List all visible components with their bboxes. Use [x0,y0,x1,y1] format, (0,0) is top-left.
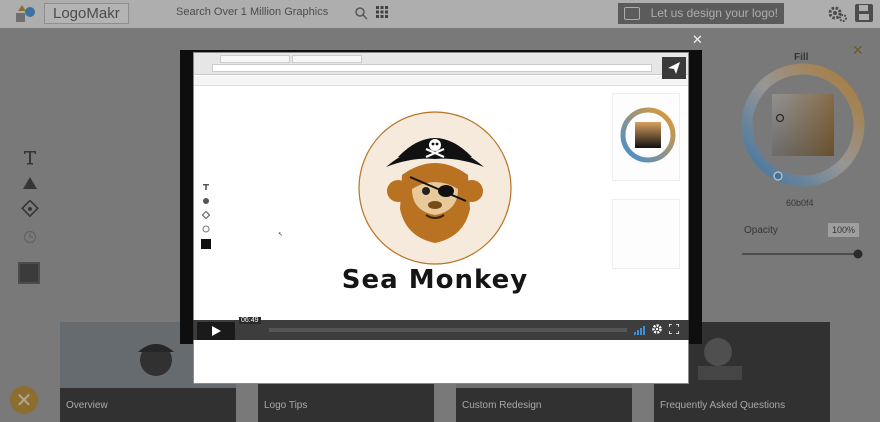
video-player[interactable]: ↖ Sea Monkey 06:49 [180,50,702,384]
video-settings-icon[interactable] [651,323,663,335]
mini-fill-icon [200,209,212,221]
play-icon [212,326,221,336]
fullscreen-icon[interactable] [669,324,679,334]
video-progress-bar[interactable] [269,328,627,332]
professional-logo-link[interactable]: Let us help you create a professional lo… [280,348,600,360]
mini-color-wheel [620,107,676,163]
mini-color-swatch [201,239,211,249]
mini-clock-icon [200,223,212,235]
browser-tab [292,55,362,63]
video-duration: 06:49 [239,317,261,324]
mini-app-bar [194,76,688,86]
browser-chrome [194,53,688,75]
cursor-icon: ↖ [278,232,284,238]
browser-url-bar [212,64,652,72]
mini-fill-panel [612,93,680,181]
play-button[interactable] [197,322,235,340]
brand-text: Sea Monkey [341,265,529,295]
modal-close-icon[interactable]: ✕ [692,32,703,48]
share-icon[interactable] [662,57,686,79]
video-controls: 06:49 [193,317,689,340]
mini-layers-panel [612,199,680,269]
sea-monkey-emblem [358,111,512,265]
mini-shape-icon [200,195,212,207]
browser-tab [220,55,290,63]
mini-text-icon [200,181,212,193]
volume-icon[interactable] [633,324,647,336]
